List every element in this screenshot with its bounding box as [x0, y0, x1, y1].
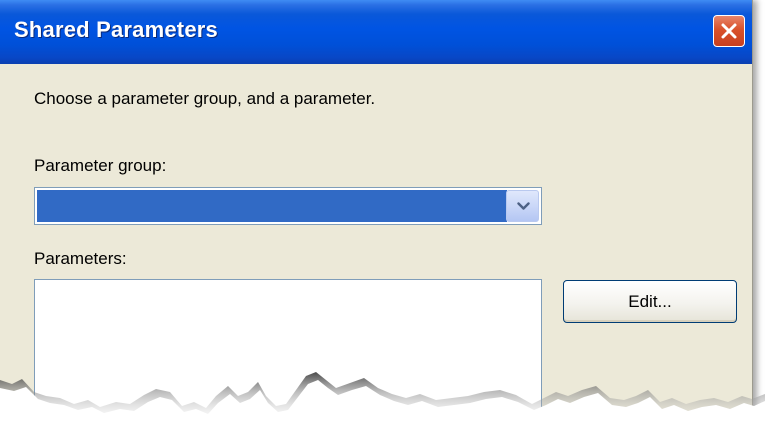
- close-icon: [721, 23, 737, 39]
- parameters-listbox[interactable]: [34, 279, 542, 430]
- parameter-group-dropdown-button[interactable]: [506, 190, 539, 222]
- window-title: Shared Parameters: [14, 17, 218, 42]
- parameter-group-selected-value: [37, 190, 507, 222]
- chevron-down-icon: [517, 202, 530, 210]
- instruction-text: Choose a parameter group, and a paramete…: [34, 89, 376, 108]
- parameters-label: Parameters:: [34, 249, 127, 268]
- title-bar[interactable]: Shared Parameters: [0, 0, 752, 64]
- parameter-group-dropdown[interactable]: [34, 187, 542, 225]
- parameter-group-label: Parameter group:: [34, 156, 167, 175]
- screenshot-stage: Shared Parameters Choose a parameter gro…: [0, 0, 765, 430]
- shared-parameters-dialog: Shared Parameters Choose a parameter gro…: [0, 0, 753, 430]
- edit-button[interactable]: Edit...: [563, 280, 737, 323]
- close-button[interactable]: [713, 15, 745, 47]
